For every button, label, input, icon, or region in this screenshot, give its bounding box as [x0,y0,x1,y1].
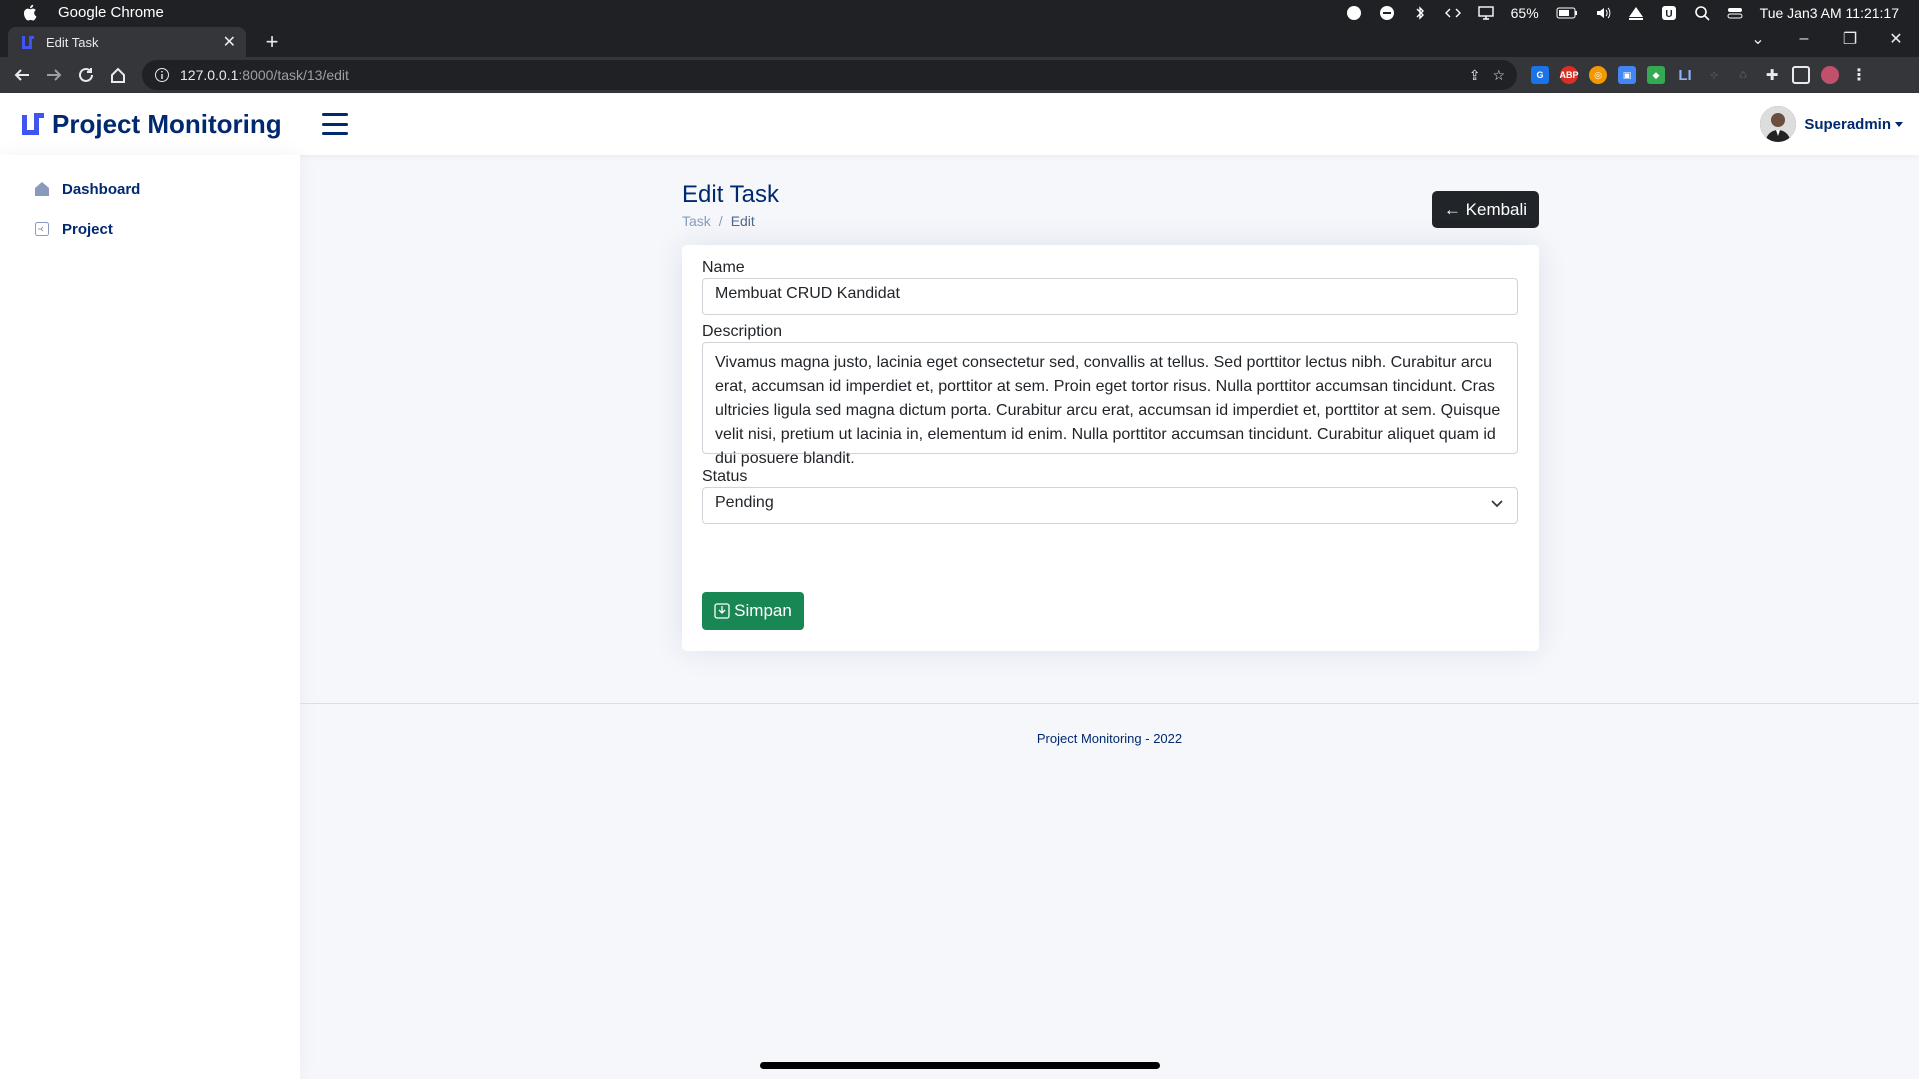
search-icon[interactable] [1694,5,1710,21]
li-extension-icon[interactable]: LI [1676,66,1694,84]
footer-divider [300,703,1919,704]
u-app-icon[interactable]: U [1661,5,1677,21]
save-button[interactable]: Simpan [702,592,804,630]
puzzle-icon[interactable]: ✚ [1763,66,1781,84]
app-header: Project Monitoring Superadmin [0,93,1919,155]
description-textarea[interactable]: Vivamus magna justo, lacinia eget consec… [702,342,1518,467]
extensions-bar: G ABP ◎ ▣ ◆ LI ⊹ ♺ ✚ ⋮ [1531,66,1868,84]
adblock-extension-icon[interactable]: ABP [1560,66,1579,84]
battery-percent: 65% [1510,4,1539,21]
tab-strip: Edit Task ✕ + ⌄ – ❐ ✕ [0,25,1919,57]
bookmark-star-icon[interactable]: ☆ [1492,67,1505,84]
breadcrumb-task-link[interactable]: Task [682,213,711,229]
sidebar-item-label: Dashboard [62,180,141,198]
translate-extension-icon[interactable]: G [1531,66,1549,84]
avatar [1760,106,1797,142]
os-menu-bar: Google Chrome 65% U Tue Jan3 AM 11:21:17 [0,0,1919,25]
volume-icon[interactable] [1595,5,1611,21]
disabled-extension-icon[interactable]: ⊹ [1705,66,1723,84]
sidebar: Dashboard Project [0,155,300,1079]
apple-icon[interactable] [20,4,38,22]
description-label: Description [702,323,783,340]
browser-toolbar: 127.0.0.1:8000/task/13/edit ⇪ ☆ G ABP ◎ … [0,57,1919,93]
active-app-name[interactable]: Google Chrome [58,4,164,21]
home-icon[interactable] [102,59,134,91]
discord-icon[interactable] [1379,5,1395,21]
menu-toggle-icon[interactable] [321,113,348,135]
breadcrumb-current: Edit [730,213,755,229]
back-arrow-icon[interactable] [6,59,38,91]
bluetooth-icon[interactable] [1412,5,1428,21]
forward-arrow-icon[interactable] [38,59,70,91]
name-label: Name [702,259,745,276]
logo-icon [22,113,44,135]
name-input[interactable]: Membuat CRUD Kandidat [702,278,1518,315]
app-page: Project Monitoring Superadmin Dashboard … [0,93,1919,1079]
reload-icon[interactable] [70,59,102,91]
sidebar-item-dashboard[interactable]: Dashboard [34,169,300,209]
share-icon[interactable]: ⇪ [1469,67,1481,84]
code-icon[interactable] [1444,5,1461,21]
brand-logo[interactable]: Project Monitoring [20,109,282,140]
minimize-icon[interactable]: – [1781,25,1827,53]
recycle-extension-icon[interactable]: ♺ [1734,66,1752,84]
status-label: Status [702,468,748,485]
cloud-icon[interactable] [1346,5,1362,21]
screenshot-extension-icon[interactable]: ▣ [1618,66,1636,84]
user-dropdown[interactable]: Superadmin [1760,106,1903,142]
profile-avatar-icon[interactable] [1821,66,1839,84]
grid-icon [35,182,49,196]
chevron-down-icon [1491,500,1503,508]
user-name: Superadmin [1804,115,1891,133]
edit-task-form: Name Membuat CRUD Kandidat Description V… [682,245,1539,651]
menu-kebab-icon[interactable]: ⋮ [1850,66,1868,84]
status-selected-value: Pending [715,494,774,511]
close-window-icon[interactable]: ✕ [1873,25,1919,53]
side-panel-icon[interactable] [1792,66,1810,84]
status-select[interactable]: Pending [702,487,1518,524]
close-tab-icon[interactable]: ✕ [223,32,236,52]
download-icon [714,603,730,619]
back-button[interactable]: ← Kembali [1432,191,1539,228]
page-title: Edit Task [682,181,779,208]
new-tab-button[interactable]: + [259,29,285,55]
favicon-icon [22,36,34,49]
save-button-label: Simpan [734,601,792,620]
clock[interactable]: Tue Jan3 AM 11:21:17 [1760,5,1899,21]
battery-icon[interactable] [1556,5,1578,21]
project-icon [35,222,49,236]
tab-edit-task[interactable]: Edit Task ✕ [8,27,246,57]
home-indicator [760,1062,1160,1069]
footer: Project Monitoring - 2022 [1036,731,1183,746]
colorful-extension-icon[interactable]: ◆ [1647,66,1665,84]
wifi-icon[interactable] [1628,5,1644,21]
sidebar-item-project[interactable]: Project [34,209,300,249]
restore-icon[interactable]: ❐ [1827,25,1873,53]
color-picker-extension-icon[interactable]: ◎ [1589,66,1607,84]
svg-text:U: U [1665,9,1672,20]
breadcrumb: Task / Edit [682,213,755,229]
brand-name: Project Monitoring [52,108,282,139]
url-host: 127.0.0.1 [180,67,239,83]
breadcrumb-separator: / [718,213,723,229]
url-path: :8000/task/13/edit [238,67,349,83]
control-center-icon[interactable] [1727,5,1743,21]
display-icon[interactable] [1477,5,1494,21]
caret-down-icon [1895,121,1903,127]
sidebar-item-label: Project [62,220,113,238]
status-tray: 65% U Tue Jan3 AM 11:21:17 [1346,5,1899,21]
address-bar[interactable]: 127.0.0.1:8000/task/13/edit ⇪ ☆ [142,60,1517,90]
site-info-icon[interactable] [154,67,170,83]
tab-title: Edit Task [46,34,99,50]
tab-search-icon[interactable]: ⌄ [1735,25,1781,53]
